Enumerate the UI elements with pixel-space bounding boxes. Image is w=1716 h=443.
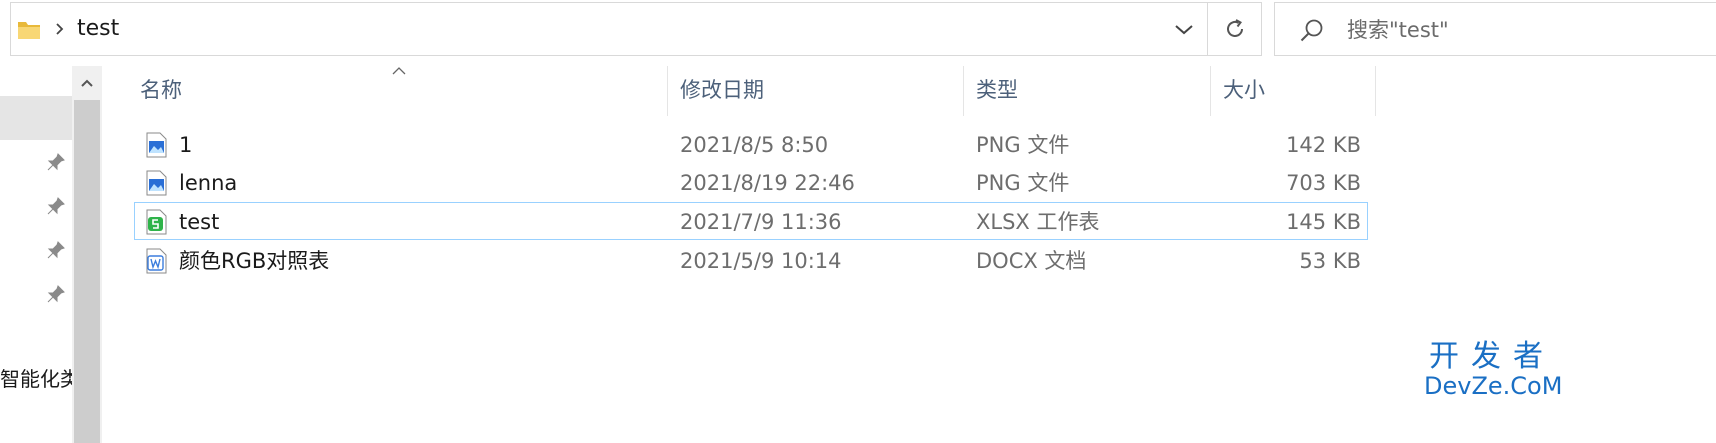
file-type: PNG 文件	[976, 171, 1070, 195]
file-size: 145 KB	[1286, 210, 1361, 234]
column-header-label: 修改日期	[680, 78, 764, 102]
refresh-icon	[1227, 19, 1243, 37]
watermark-logo: 开发者	[1429, 339, 1555, 374]
search-input[interactable]	[1347, 15, 1707, 45]
address-bar[interactable]: test	[10, 2, 1262, 56]
file-date: 2021/7/9 11:36	[680, 210, 842, 234]
column-header-date[interactable]: 修改日期	[668, 66, 964, 116]
file-type: DOCX 文档	[976, 249, 1087, 273]
navigation-pane: 智能化类	[0, 66, 102, 443]
column-header-label: 大小	[1223, 78, 1265, 102]
file-name: lenna	[179, 171, 238, 195]
file-row[interactable]: lenna 2021/8/19 22:46 PNG 文件 703 KB	[134, 163, 1368, 201]
file-date: 2021/5/9 10:14	[680, 249, 842, 273]
chevron-up-icon	[81, 79, 93, 87]
chevron-right-icon[interactable]	[53, 19, 67, 39]
pin-icon[interactable]	[46, 152, 66, 172]
scroll-up-button[interactable]	[72, 66, 102, 100]
file-row[interactable]: 1 2021/8/5 8:50 PNG 文件 142 KB	[134, 125, 1368, 163]
address-history-dropdown-button[interactable]	[1161, 3, 1207, 55]
image-file-icon	[145, 170, 167, 196]
scroll-thumb[interactable]	[74, 100, 100, 443]
file-name: 颜色RGB对照表	[179, 249, 330, 273]
pin-icon[interactable]	[46, 196, 66, 216]
file-row[interactable]: 颜色RGB对照表 2021/5/9 10:14 DOCX 文档 53 KB	[134, 241, 1368, 279]
column-header-size[interactable]: 大小	[1211, 66, 1376, 116]
file-size: 142 KB	[1286, 133, 1361, 157]
file-size: 703 KB	[1286, 171, 1361, 195]
file-row-selected[interactable]: test 2021/7/9 11:36 XLSX 工作表 145 KB	[134, 202, 1368, 240]
file-size: 53 KB	[1299, 249, 1361, 273]
breadcrumb-item-test[interactable]: test	[77, 16, 119, 42]
nav-item-selected[interactable]	[0, 96, 72, 140]
file-date: 2021/8/5 8:50	[680, 133, 829, 157]
column-header-label: 名称	[140, 78, 182, 102]
column-header-type[interactable]: 类型	[964, 66, 1211, 116]
spreadsheet-file-icon	[145, 209, 167, 235]
pin-icon[interactable]	[46, 240, 66, 260]
file-date: 2021/8/19 22:46	[680, 171, 855, 195]
folder-icon	[17, 18, 41, 40]
file-name: 1	[179, 133, 193, 157]
column-header-name[interactable]: 名称	[128, 66, 668, 116]
file-type: PNG 文件	[976, 133, 1070, 157]
nav-scrollbar[interactable]	[72, 66, 102, 443]
watermark-logo-text: DevZe.CoM	[1424, 372, 1563, 400]
file-name: test	[179, 210, 220, 234]
search-icon	[1300, 19, 1323, 42]
word-document-icon	[145, 248, 167, 274]
nav-item-label[interactable]: 智能化类	[0, 366, 72, 392]
search-box[interactable]	[1274, 2, 1716, 56]
pin-icon[interactable]	[46, 284, 66, 304]
chevron-down-icon	[1175, 25, 1193, 35]
refresh-button[interactable]	[1208, 3, 1262, 55]
file-type: XLSX 工作表	[976, 210, 1100, 234]
image-file-icon	[145, 132, 167, 158]
column-header-label: 类型	[976, 78, 1018, 102]
